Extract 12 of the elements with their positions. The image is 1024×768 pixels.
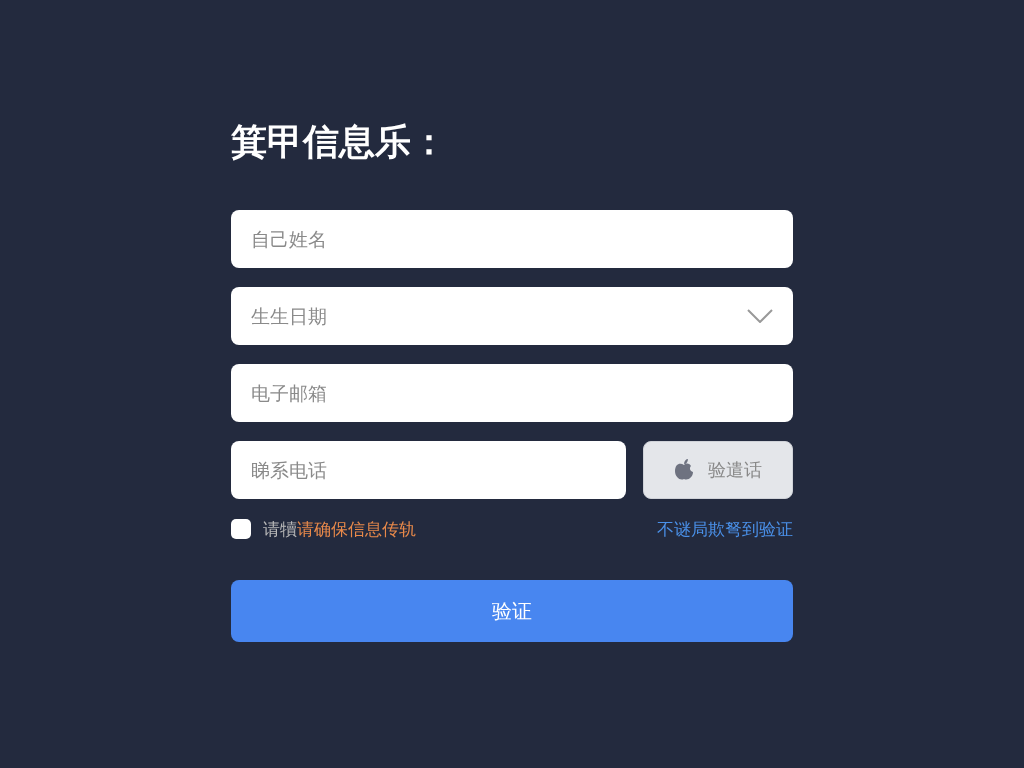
agreement-text: 请犢请确保信息传轨 [263, 517, 416, 541]
dropdown-field[interactable]: 生生日期 [231, 287, 793, 345]
submit-button[interactable]: 验证 [231, 580, 793, 642]
verify-code-button[interactable]: 验遣话 [643, 441, 793, 499]
checkbox[interactable] [231, 519, 251, 539]
form-title: 箕甲信息乐： [231, 120, 448, 164]
input-field[interactable]: 睇系电话 [231, 441, 626, 499]
chevron-down-icon [747, 309, 773, 323]
verify-link[interactable]: 不谜局欺弩到验证 [657, 517, 793, 541]
input-field[interactable]: 自己姓名 [231, 210, 793, 268]
input-field[interactable]: 电子邮箱 [231, 364, 793, 422]
apple-icon [674, 459, 694, 481]
